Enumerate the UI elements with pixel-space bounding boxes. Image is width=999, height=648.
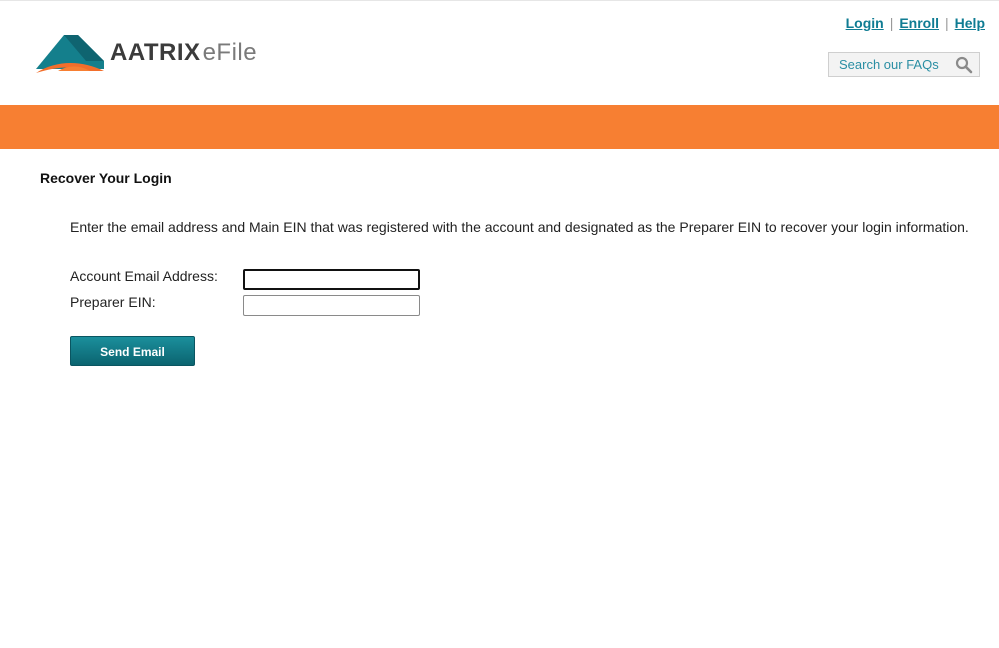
page-title: Recover Your Login [40, 170, 172, 186]
nav-separator: | [889, 15, 894, 31]
nav-separator: | [945, 15, 949, 31]
logo-wordmark: AATRIXeFile [110, 39, 257, 67]
account-email-input[interactable] [243, 269, 420, 290]
account-email-label: Account Email Address: [70, 268, 218, 284]
preparer-ein-label: Preparer EIN: [70, 294, 156, 310]
search-icon[interactable] [955, 56, 973, 74]
logo-mark-icon [36, 35, 104, 73]
logo-brand-text: AATRIX [110, 39, 201, 66]
aatrix-efile-logo[interactable]: AATRIXeFile [34, 31, 274, 75]
preparer-ein-input[interactable] [243, 295, 420, 316]
logo-product-text: eFile [202, 39, 258, 66]
intro-text: Enter the email address and Main EIN tha… [70, 219, 969, 235]
enroll-link[interactable]: Enroll [899, 15, 939, 31]
faq-search-input[interactable] [829, 53, 951, 76]
send-email-button[interactable]: Send Email [70, 336, 195, 366]
login-link[interactable]: Login [846, 15, 884, 31]
help-link[interactable]: Help [955, 15, 985, 31]
faq-search-box [828, 52, 980, 77]
utility-nav: Login | Enroll | Help [846, 15, 985, 31]
site-header: AATRIXeFile Login | Enroll | Help [0, 1, 999, 105]
orange-banner [0, 105, 999, 149]
